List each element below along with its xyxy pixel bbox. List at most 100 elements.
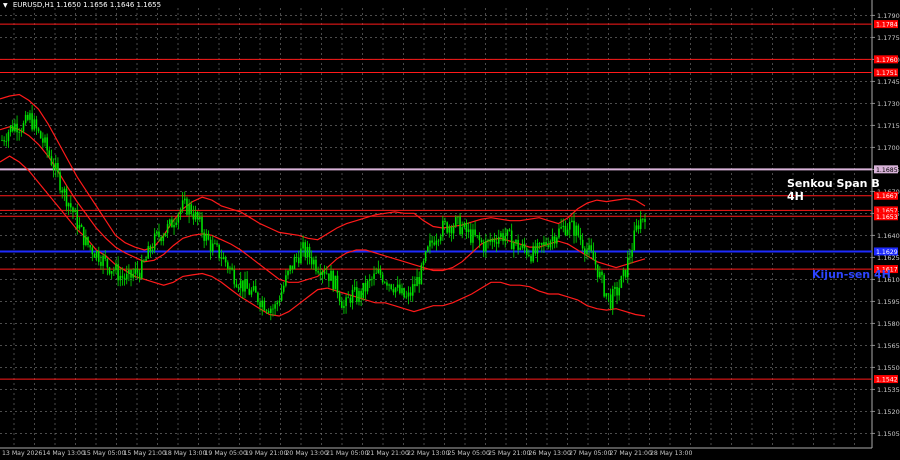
- candle-body: [42, 138, 44, 143]
- candle-body: [629, 256, 631, 258]
- candle-body: [287, 270, 289, 276]
- y-tick-label: 1.1775: [877, 34, 900, 42]
- candle-body: [224, 257, 227, 263]
- y-tick-label: 1.1715: [877, 122, 900, 130]
- candle-body: [626, 257, 629, 278]
- candle-body: [130, 269, 132, 278]
- candle-body: [162, 236, 165, 242]
- candle-body: [429, 240, 431, 247]
- candle-body: [545, 242, 547, 246]
- candle-body: [147, 246, 150, 259]
- candle-body: [523, 243, 526, 249]
- candle-body: [639, 218, 642, 230]
- candle-body: [633, 230, 636, 251]
- price-tag-label: 1.1760: [876, 57, 898, 64]
- y-tick-label: 1.1640: [877, 232, 900, 240]
- candle-body: [579, 235, 582, 240]
- candle-body: [61, 190, 64, 193]
- candle-body: [125, 273, 128, 280]
- candle-body: [246, 279, 248, 289]
- x-tick-label: 15 May 05:00: [83, 450, 125, 457]
- candle-body: [310, 257, 313, 265]
- y-tick-label: 1.1595: [877, 298, 900, 306]
- candle-body: [110, 271, 113, 274]
- candle-body: [205, 233, 208, 241]
- price-tag-label: 1.1653: [876, 214, 898, 221]
- candle-body: [336, 275, 339, 293]
- candle-body: [571, 220, 573, 222]
- candle-body: [244, 279, 246, 292]
- candle-body: [549, 241, 552, 248]
- x-tick-label: 15 May 21:00: [124, 450, 166, 457]
- candle-body: [16, 123, 18, 133]
- candle-body: [517, 239, 519, 250]
- candle-body: [414, 284, 416, 287]
- x-tick-label: 18 May 13:00: [164, 450, 206, 457]
- candle-body: [358, 291, 360, 302]
- candle-body: [186, 198, 188, 215]
- candle-body: [450, 226, 453, 234]
- candle-body: [594, 259, 597, 265]
- candle-body: [609, 294, 612, 309]
- candle-body: [323, 271, 326, 274]
- time-axis[interactable]: 13 May 2026 14 May 13:0015 May 05:0015 Ma…: [2, 450, 692, 457]
- candle-body: [22, 123, 25, 132]
- candle-body: [242, 280, 244, 292]
- candle-body: [543, 242, 545, 245]
- symbol-label: EURUSD,H1: [12, 1, 55, 9]
- candle-body: [325, 273, 328, 275]
- candle-body: [371, 278, 373, 280]
- candle-body: [495, 242, 498, 244]
- price-chart[interactable]: 1.1790 1.1775 1.1760 1.1745 1.1730 1.1715 1.17…: [0, 0, 900, 460]
- candle-body: [104, 255, 107, 259]
- candle-body: [614, 287, 616, 289]
- candle-body: [117, 264, 119, 281]
- candle-body: [158, 231, 160, 238]
- candle-body: [143, 260, 145, 262]
- candle-body: [270, 308, 272, 314]
- candle-body: [285, 275, 287, 286]
- triangle-down-icon[interactable]: ▼: [3, 2, 8, 9]
- candle-body: [113, 270, 115, 272]
- candle-body: [216, 243, 218, 245]
- senkou-span-label: Senkou Span B 4H: [787, 177, 880, 203]
- candle-body: [459, 216, 461, 235]
- candle-body: [306, 246, 309, 258]
- candle-body: [231, 267, 233, 270]
- x-tick-label: 22 May 13:00: [407, 450, 449, 457]
- candle-body: [515, 239, 517, 244]
- candle-body: [637, 225, 640, 230]
- candle-body: [345, 297, 347, 306]
- candle-body: [14, 123, 16, 132]
- candle-body: [573, 220, 575, 236]
- candle-body: [519, 247, 522, 250]
- candle-body: [100, 261, 102, 266]
- candle-body: [388, 284, 390, 286]
- candle-body: [93, 254, 96, 258]
- candle-body: [500, 233, 502, 238]
- candle-body: [599, 271, 601, 278]
- candle-body: [11, 125, 14, 132]
- candle-body: [603, 275, 605, 297]
- candle-body: [9, 125, 12, 133]
- candle-body: [18, 131, 21, 133]
- candle-body: [181, 200, 184, 210]
- candle-body: [85, 236, 87, 246]
- candle-body: [175, 222, 177, 225]
- candle-body: [308, 246, 311, 258]
- candle-body: [340, 301, 343, 308]
- candle-body: [24, 114, 27, 124]
- candle-body: [74, 210, 76, 213]
- candle-body: [575, 225, 577, 236]
- candle-body: [183, 198, 186, 201]
- candle-body: [437, 240, 440, 242]
- candle-body: [153, 233, 156, 250]
- candle-body: [149, 246, 152, 252]
- candle-body: [63, 188, 66, 193]
- candle-body: [356, 287, 358, 302]
- candle-body: [278, 300, 281, 303]
- candle-body: [227, 262, 229, 269]
- candle-body: [123, 277, 126, 280]
- candle-body: [444, 220, 446, 223]
- candle-body: [39, 131, 42, 139]
